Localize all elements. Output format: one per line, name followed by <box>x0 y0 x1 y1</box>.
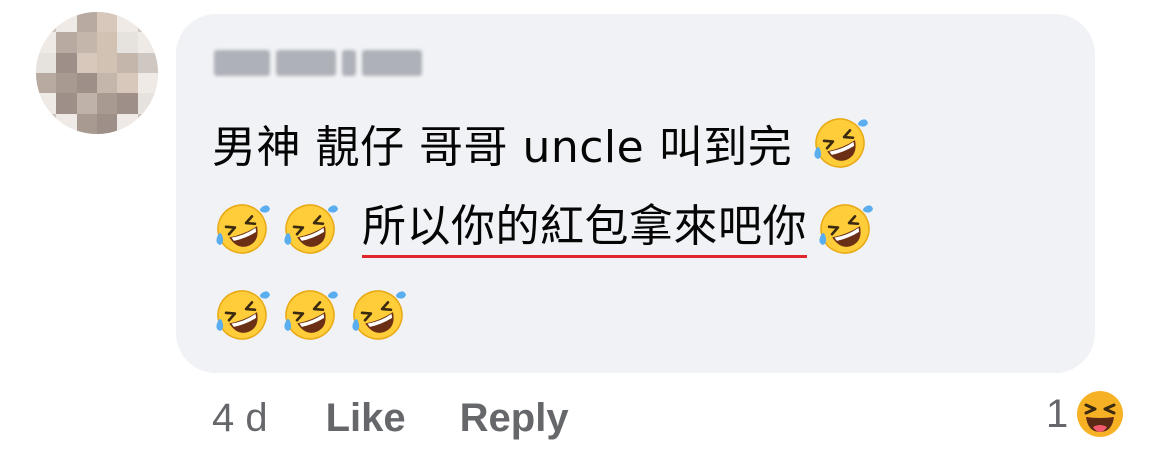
rolling-laughing-emoji-icon <box>212 199 272 259</box>
reply-button[interactable]: Reply <box>460 396 569 441</box>
comment-line-2: 所以你的紅包拿來吧你 <box>212 196 883 262</box>
comment-actions: 4 d Like Reply <box>212 392 623 444</box>
like-button[interactable]: Like <box>326 396 406 441</box>
rolling-laughing-emoji-icon <box>348 285 408 345</box>
comment-text-underlined: 所以你的紅包拿來吧你 <box>362 201 807 258</box>
rolling-laughing-emoji-icon <box>810 113 870 173</box>
rolling-laughing-emoji-icon <box>280 285 340 345</box>
comment-line-1: 男神 靚仔 哥哥 uncle 叫到完 <box>212 110 878 176</box>
avatar[interactable] <box>36 12 158 134</box>
reaction-count: 1 <box>1046 391 1069 436</box>
rolling-laughing-emoji-icon <box>212 285 272 345</box>
rolling-laughing-emoji-icon <box>815 199 875 259</box>
author-name-blurred[interactable] <box>214 46 424 80</box>
comment-timestamp[interactable]: 4 d <box>212 396 268 441</box>
comment-line-3 <box>212 282 416 348</box>
rolling-laughing-emoji-icon <box>280 199 340 259</box>
comment-text-line-1: 男神 靚仔 哥哥 uncle 叫到完 <box>212 122 793 173</box>
haha-reaction-icon <box>1076 390 1124 438</box>
reaction-summary[interactable]: 1 <box>1046 388 1124 440</box>
